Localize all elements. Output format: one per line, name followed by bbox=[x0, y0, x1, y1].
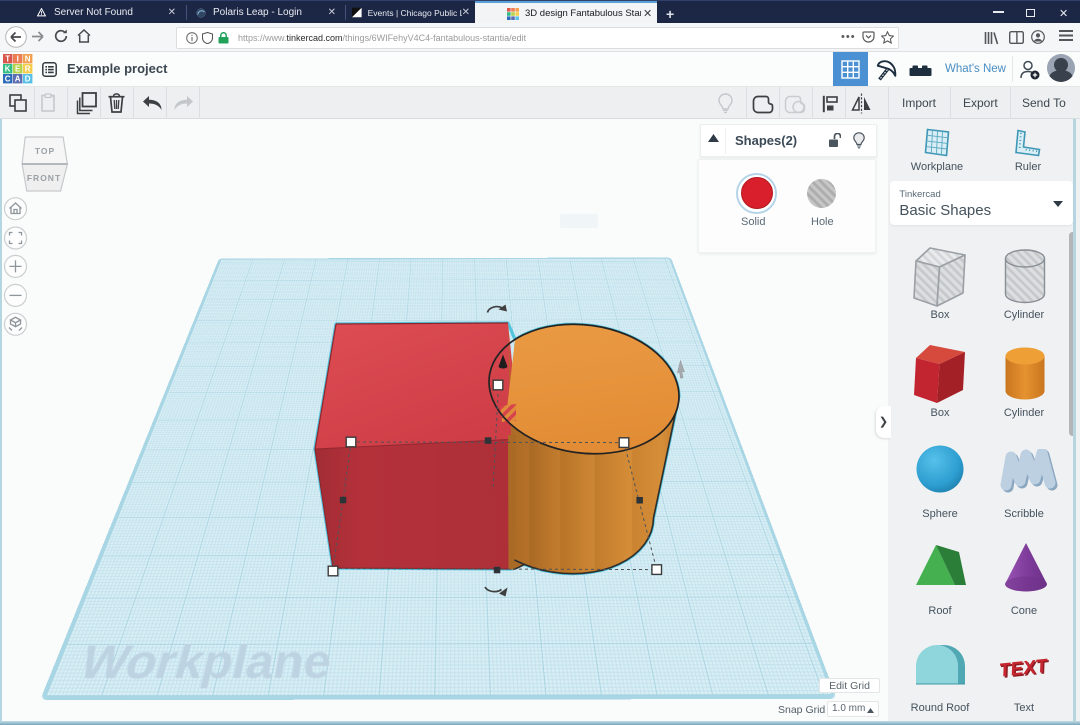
svg-text:K: K bbox=[4, 64, 10, 73]
svg-text:N: N bbox=[24, 54, 30, 63]
svg-text:FRONT: FRONT bbox=[27, 173, 61, 183]
svg-text:I: I bbox=[16, 54, 18, 63]
svg-text:C: C bbox=[4, 74, 10, 83]
svg-text:E: E bbox=[15, 64, 21, 73]
svg-text:R: R bbox=[24, 64, 30, 73]
svg-text:TOP: TOP bbox=[35, 146, 55, 156]
svg-text:A: A bbox=[14, 74, 20, 83]
svg-text:D: D bbox=[24, 74, 30, 83]
svg-text:T: T bbox=[5, 54, 10, 63]
